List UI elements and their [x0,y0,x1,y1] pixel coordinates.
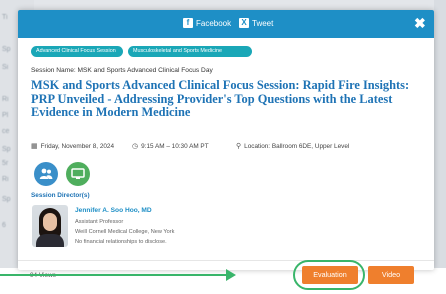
background-snippet: Ti [2,14,8,21]
background-snippet: ce [2,128,10,135]
background-snippet: Sp [2,196,11,203]
calendar-icon: ▦ [31,143,38,150]
footer-divider [18,260,434,261]
avatar [32,205,68,247]
session-date: ▦ Friday, November 8, 2024 [31,142,115,151]
tweet-label: Tweet [252,18,274,28]
clock-icon: ◷ [132,143,139,150]
facebook-icon: f [183,18,193,28]
session-modal: f Facebook X Tweet ✖ Advanced Clinical F… [18,10,434,270]
facebook-label: Facebook [196,18,232,28]
people-icon[interactable] [34,162,58,186]
background-snippet: Sp [2,146,11,153]
tag-advanced-clinical-focus-session[interactable]: Advanced Clinical Focus Session [31,46,123,57]
background-snippet: Ri [2,96,9,103]
location-pin-icon: ⚲ [236,143,242,150]
annotation-arrow-line [0,274,230,276]
director-name-link[interactable]: Jennifer A. Soo Hoo, MD [75,207,152,214]
date-text: Friday, November 8, 2024 [40,142,115,150]
background-right-edge [434,0,446,294]
background-snippet: Pl [2,112,9,119]
background-snippet: Sp [2,46,11,53]
tweet-share-button[interactable]: X Tweet [239,18,273,28]
modal-header: f Facebook X Tweet ✖ [18,10,434,38]
director-affiliation: Weill Cornell Medical College, New York [75,229,175,235]
x-twitter-icon: X [239,18,249,28]
location-text: Location: Ballroom 6DE, Upper Level [244,142,350,150]
session-title: MSK and Sports Advanced Clinical Focus S… [31,78,410,120]
tag-musculoskeletal-sports-medicine[interactable]: Musculoskeletal and Sports Medicine [128,46,252,57]
background-snippet: 6 [2,222,6,229]
session-name: Session Name: MSK and Sports Advanced Cl… [31,67,213,74]
background-snippet: Si [2,64,9,71]
time-text: 9:15 AM – 10:30 AM PT [141,142,209,150]
session-time: ◷ 9:15 AM – 10:30 AM PT [132,142,209,151]
session-location: ⚲ Location: Ballroom 6DE, Upper Level [236,142,350,151]
annotation-arrow-head [226,269,236,281]
director-disclosure: No financial relationships to disclose. [75,239,167,245]
close-icon[interactable]: ✖ [414,15,426,31]
director-role: Assistant Professor [75,219,124,225]
background-snippet: Ri [2,176,9,183]
video-button[interactable]: Video [368,266,414,284]
facebook-share-button[interactable]: f Facebook [183,18,231,28]
background-snippet: 5r [2,160,9,167]
session-directors-heading: Session Director(s) [31,192,90,199]
monitor-icon[interactable] [66,162,90,186]
evaluation-highlight-ring [293,260,365,290]
